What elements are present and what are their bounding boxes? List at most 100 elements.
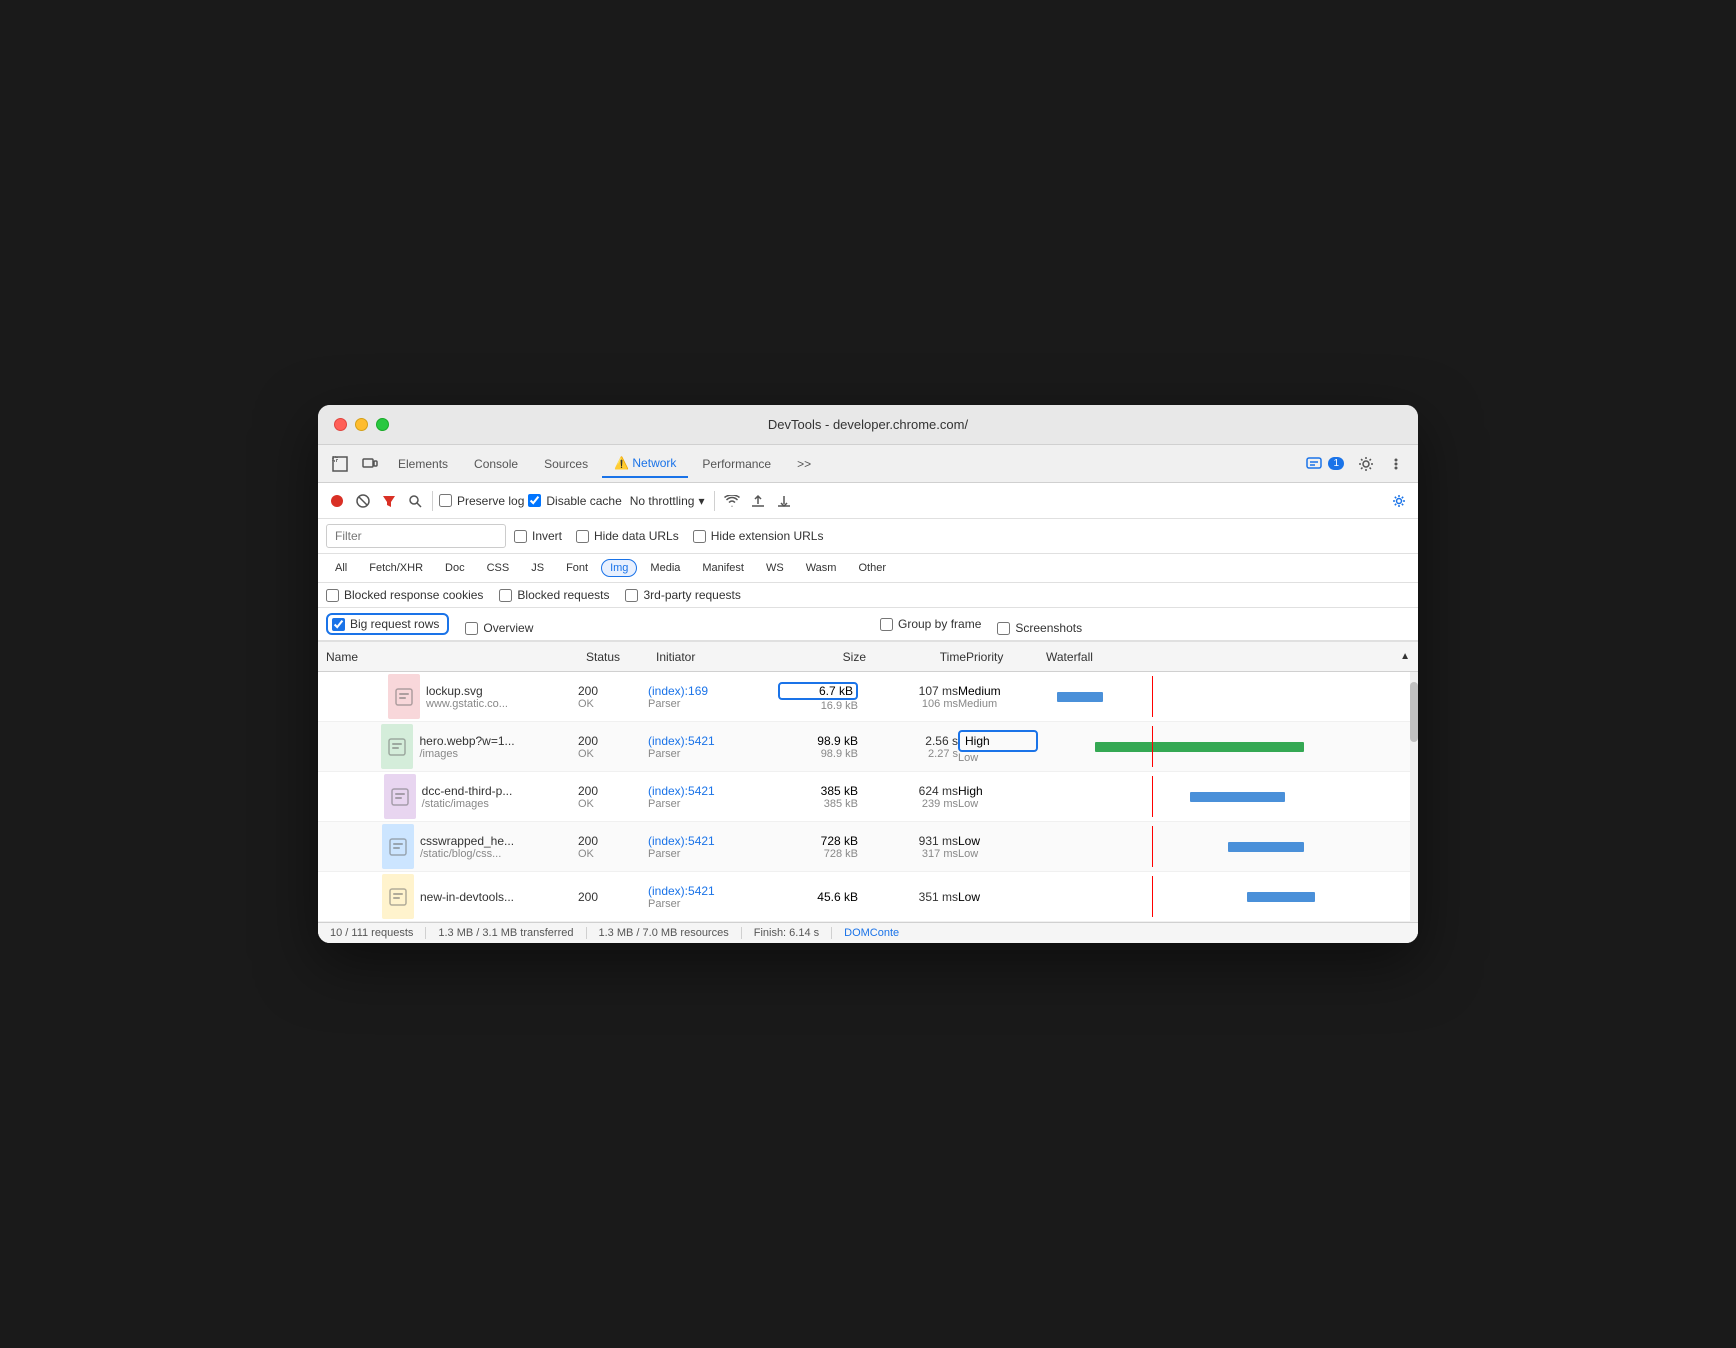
record-button[interactable] (326, 490, 348, 512)
row-initiator[interactable]: (index):5421 (648, 834, 778, 848)
table-row[interactable]: csswrapped_he... /static/blog/css... 200… (318, 822, 1418, 872)
blocked-requests-checkbox[interactable]: Blocked requests (499, 588, 609, 602)
preserve-log-checkbox[interactable]: Preserve log (439, 494, 524, 508)
invert-checkbox[interactable]: Invert (514, 529, 562, 543)
row-name-texts: csswrapped_he... /static/blog/css... (420, 824, 514, 869)
type-filter-other[interactable]: Other (849, 559, 895, 577)
row-status-cell: 200 OK (578, 822, 648, 871)
col-header-time[interactable]: Time (886, 650, 966, 664)
network-settings-button[interactable] (1388, 490, 1410, 512)
filter-input[interactable] (326, 524, 506, 548)
big-request-rows-checkbox[interactable]: Big request rows (326, 613, 449, 635)
tab-sources[interactable]: Sources (532, 451, 600, 477)
priority-sub: Low (958, 848, 1038, 860)
chat-icon[interactable]: 1 (1300, 452, 1350, 476)
row-time: 931 ms (878, 834, 958, 848)
disable-cache-checkbox[interactable]: Disable cache (528, 494, 621, 508)
table-row[interactable]: dcc-end-third-p... /static/images 200 OK… (318, 772, 1418, 822)
col-header-status[interactable]: Status (586, 650, 656, 664)
type-filter-ws[interactable]: WS (757, 559, 793, 577)
size-value: 45.6 kB (778, 890, 858, 904)
row-size-cell: 728 kB 728 kB (778, 822, 878, 871)
type-filter-font[interactable]: Font (557, 559, 597, 577)
status-domconte[interactable]: DOMConte (832, 927, 911, 939)
col-header-initiator[interactable]: Initiator (656, 650, 786, 664)
type-filter-fetch[interactable]: Fetch/XHR (360, 559, 432, 577)
close-button[interactable] (334, 418, 347, 431)
type-filter-manifest[interactable]: Manifest (693, 559, 753, 577)
hide-data-urls-checkbox[interactable]: Hide data URLs (576, 529, 679, 543)
row-name: dcc-end-third-p... (422, 784, 513, 798)
row-initiator-sub: Parser (648, 798, 778, 810)
tab-console[interactable]: Console (462, 451, 530, 477)
scrollbar-track[interactable] (1410, 672, 1418, 922)
table-row[interactable]: lockup.svg www.gstatic.co... 200 OK (ind… (318, 672, 1418, 722)
minimize-button[interactable] (355, 418, 368, 431)
row-name-texts: dcc-end-third-p... /static/images (422, 774, 513, 819)
group-by-frame-checkbox[interactable]: Group by frame (880, 613, 981, 635)
row-status: 200 (578, 834, 648, 848)
disable-cache-input[interactable] (528, 494, 541, 507)
hide-ext-urls-checkbox[interactable]: Hide extension URLs (693, 529, 824, 543)
col-header-priority[interactable]: Priority (966, 650, 1046, 664)
type-filter-js[interactable]: JS (522, 559, 553, 577)
upload-button[interactable] (747, 490, 769, 512)
col-header-waterfall[interactable]: Waterfall ▲ (1046, 650, 1410, 664)
third-party-checkbox[interactable]: 3rd-party requests (625, 588, 740, 602)
screenshots-checkbox[interactable]: Screenshots (997, 621, 1082, 635)
row-time-cell: 931 ms 317 ms (878, 822, 958, 871)
waterfall-container (1038, 676, 1418, 717)
row-time-cell: 2.56 s 2.27 s (878, 722, 958, 771)
throttle-dropdown[interactable]: No throttling ▾ (626, 492, 709, 510)
row-thumbnail (381, 724, 413, 769)
col-header-size[interactable]: Size (786, 650, 886, 664)
tab-elements[interactable]: Elements (386, 451, 460, 477)
waterfall-bar (1228, 842, 1304, 852)
waterfall-container (1038, 776, 1418, 817)
row-initiator[interactable]: (index):5421 (648, 784, 778, 798)
table-row[interactable]: hero.webp?w=1... /images 200 OK (index):… (318, 722, 1418, 772)
row-size-cell: 45.6 kB (778, 872, 878, 921)
scrollbar-thumb[interactable] (1410, 682, 1418, 742)
waterfall-redline (1152, 676, 1153, 717)
tab-performance[interactable]: Performance (690, 451, 783, 477)
download-button[interactable] (773, 490, 795, 512)
settings-icon[interactable] (1352, 452, 1380, 476)
row-name-texts: lockup.svg www.gstatic.co... (426, 674, 508, 719)
more-menu-icon[interactable] (1382, 452, 1410, 476)
row-size-cell: 385 kB 385 kB (778, 772, 878, 821)
row-initiator[interactable]: (index):169 (648, 684, 778, 698)
waterfall-bar (1247, 892, 1315, 902)
tab-more[interactable]: >> (785, 451, 823, 477)
type-filter-wasm[interactable]: Wasm (797, 559, 846, 577)
titlebar: DevTools - developer.chrome.com/ (318, 405, 1418, 445)
type-filter-css[interactable]: CSS (478, 559, 519, 577)
type-filter-all[interactable]: All (326, 559, 356, 577)
row-waterfall-cell (1038, 772, 1418, 821)
inspect-element-icon[interactable] (326, 452, 354, 476)
row-name: new-in-devtools... (420, 890, 514, 904)
type-filter-img[interactable]: Img (601, 559, 637, 577)
type-filter-doc[interactable]: Doc (436, 559, 474, 577)
row-initiator[interactable]: (index):5421 (648, 884, 778, 898)
search-button[interactable] (404, 490, 426, 512)
priority-sub: Low (958, 798, 1038, 810)
options-left-2: Big request rows Overview (326, 613, 856, 635)
clear-button[interactable] (352, 490, 374, 512)
filter-toggle-button[interactable] (378, 490, 400, 512)
col-header-name[interactable]: Name (326, 650, 586, 664)
blocked-cookies-checkbox[interactable]: Blocked response cookies (326, 588, 483, 602)
maximize-button[interactable] (376, 418, 389, 431)
table-row[interactable]: new-in-devtools... 200 (index):5421 Pars… (318, 872, 1418, 922)
row-time-sub: 106 ms (878, 698, 958, 710)
type-filter-media[interactable]: Media (641, 559, 689, 577)
device-toolbar-icon[interactable] (356, 452, 384, 476)
tab-network[interactable]: ⚠️ Network (602, 450, 688, 478)
priority-high: High (958, 730, 1038, 752)
preserve-log-input[interactable] (439, 494, 452, 507)
row-name-cell: hero.webp?w=1... /images (318, 722, 578, 771)
row-initiator[interactable]: (index):5421 (648, 734, 778, 748)
wifi-icon-button[interactable] (721, 490, 743, 512)
devtools-window: DevTools - developer.chrome.com/ Element… (318, 405, 1418, 943)
overview-checkbox[interactable]: Overview (465, 621, 533, 635)
